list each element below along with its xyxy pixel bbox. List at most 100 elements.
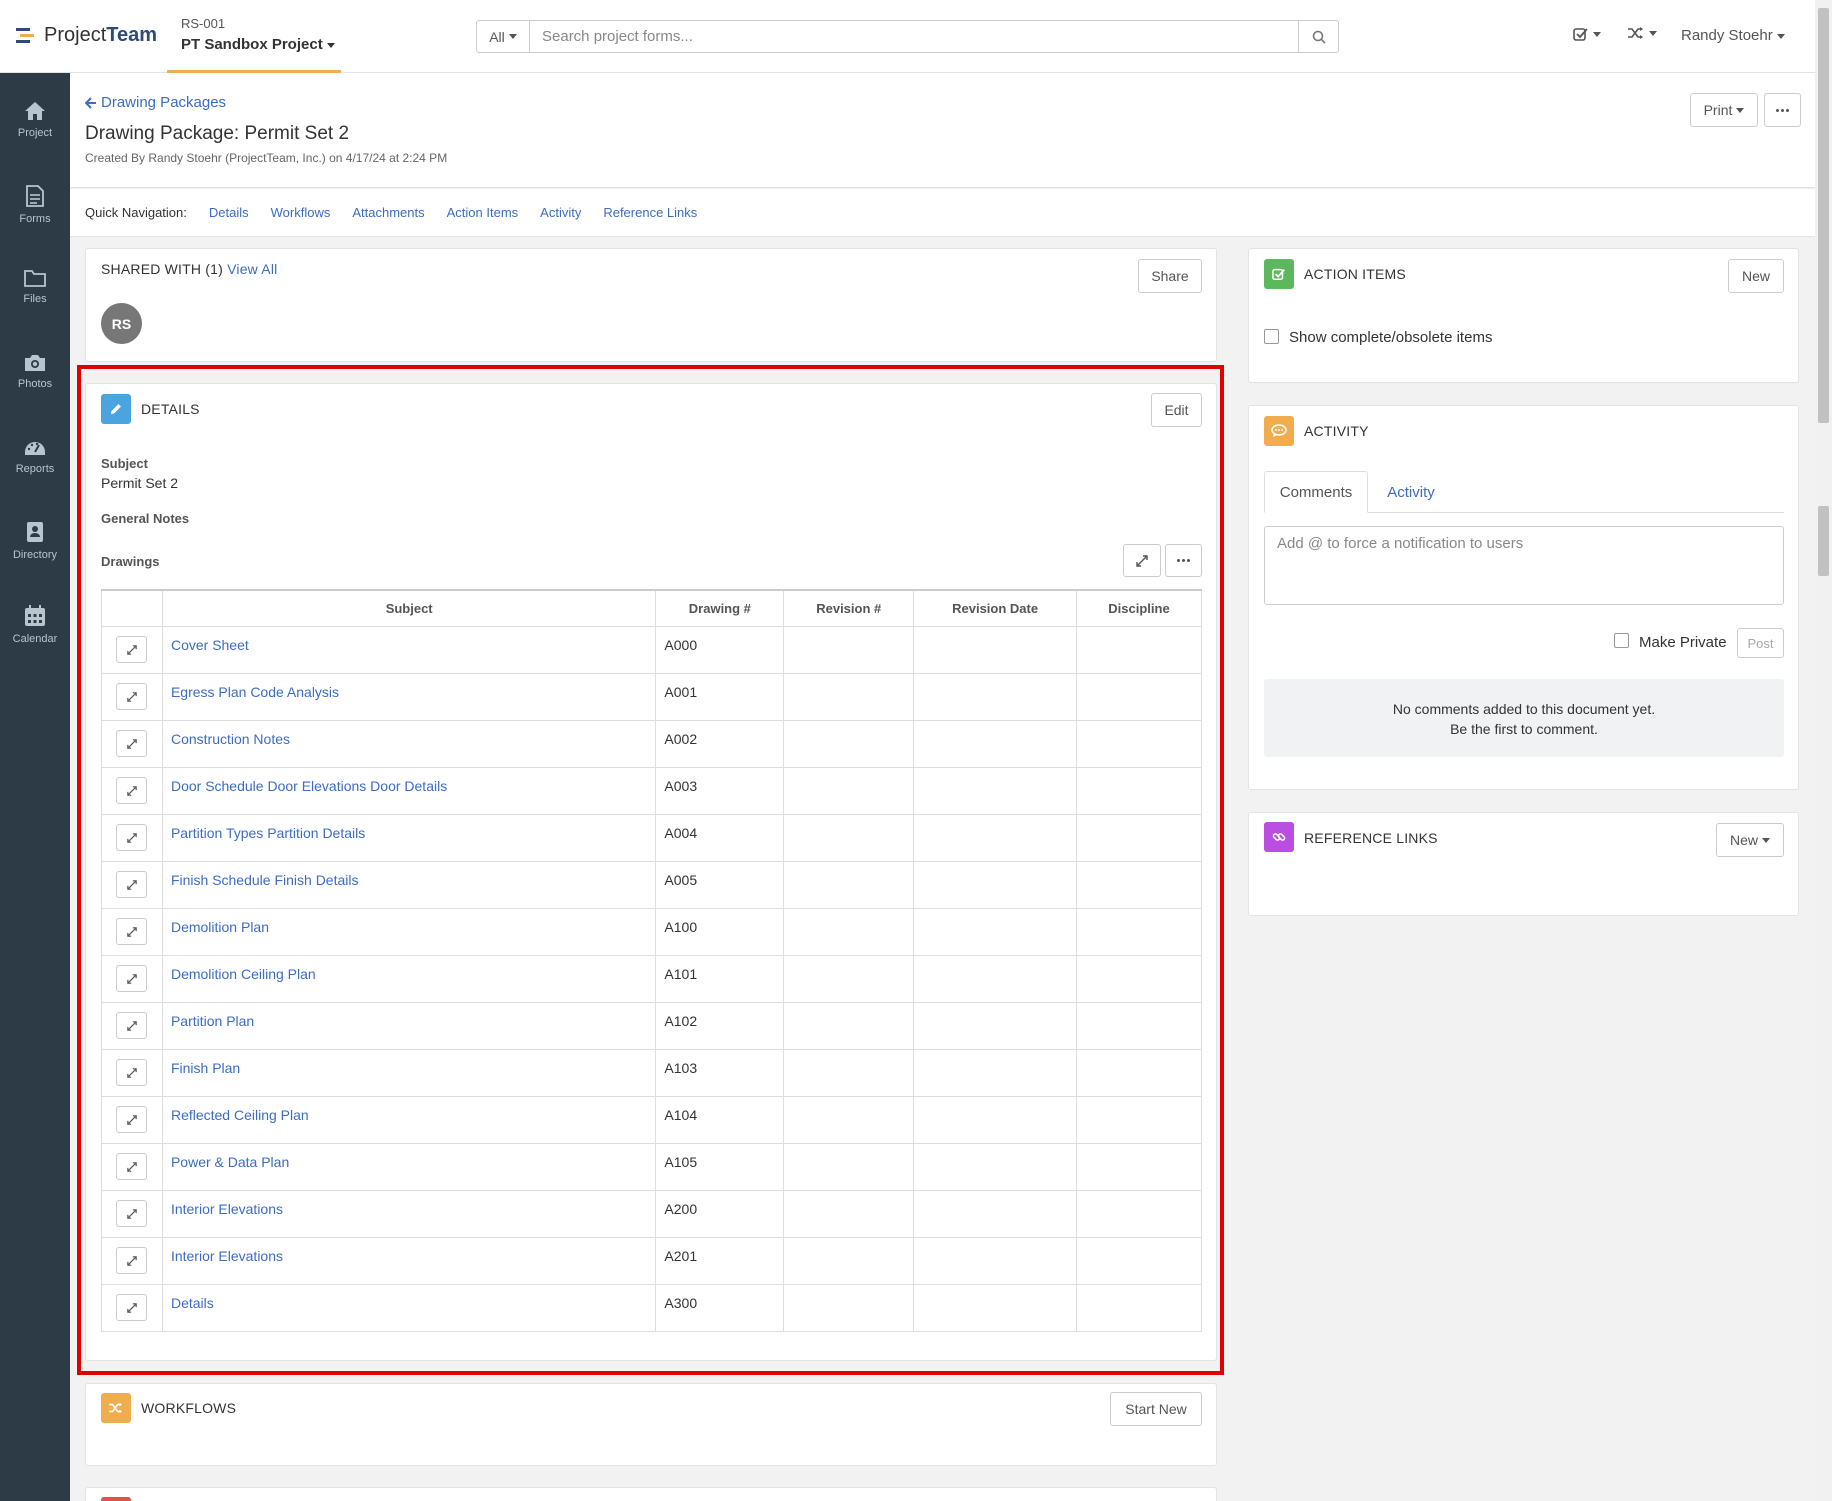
row-expand-button[interactable] <box>116 1247 148 1274</box>
row-expand-button[interactable] <box>116 1012 148 1039</box>
quick-nav-action-items[interactable]: Action Items <box>447 205 519 220</box>
search-scope-dropdown[interactable]: All <box>476 20 530 53</box>
row-discipline <box>1076 672 1202 721</box>
chevron-down-icon <box>1736 107 1745 113</box>
row-subject-link[interactable]: Cover Sheet <box>171 637 249 653</box>
share-button[interactable]: Share <box>1138 259 1202 293</box>
row-discipline <box>1076 719 1202 768</box>
row-subject-link[interactable]: Finish Plan <box>171 1060 240 1076</box>
row-revision-date <box>913 625 1078 674</box>
row-subject-link[interactable]: Finish Schedule Finish Details <box>171 872 359 888</box>
sidebar-item-files[interactable]: Files <box>0 241 70 311</box>
top-bar: ProjectTeam RS-001 PT Sandbox Project Al… <box>0 0 1815 73</box>
sidebar-item-directory[interactable]: Directory <box>0 493 70 563</box>
quick-nav-workflows[interactable]: Workflows <box>271 205 331 220</box>
new-action-item-button[interactable]: New <box>1728 259 1784 293</box>
page-title: Drawing Package: Permit Set 2 <box>85 123 350 144</box>
new-reference-link-button[interactable]: New <box>1716 823 1784 857</box>
row-subject-link[interactable]: Door Schedule Door Elevations Door Detai… <box>171 778 447 794</box>
row-subject-link[interactable]: Details <box>171 1295 214 1311</box>
expand-icon <box>127 973 137 984</box>
row-subject-link[interactable]: Interior Elevations <box>171 1201 283 1217</box>
tasks-menu-button[interactable] <box>1573 26 1601 42</box>
row-expand-button[interactable] <box>116 1200 148 1227</box>
calendar-icon <box>25 605 45 626</box>
row-expand-button[interactable] <box>116 1106 148 1133</box>
scrollbar-thumb-secondary[interactable] <box>1818 506 1829 576</box>
row-drawing-number: A300 <box>655 1283 785 1332</box>
row-subject-link[interactable]: Demolition Plan <box>171 919 269 935</box>
row-expand-button[interactable] <box>116 871 148 898</box>
row-revision-date <box>913 860 1078 909</box>
row-expand-button[interactable] <box>116 918 148 945</box>
row-expand-button[interactable] <box>116 730 148 757</box>
table-options-button[interactable] <box>1165 544 1202 577</box>
row-expand-button[interactable] <box>116 683 148 710</box>
print-button[interactable]: Print <box>1690 93 1758 127</box>
more-options-button[interactable] <box>1764 93 1801 127</box>
row-expand-button[interactable] <box>116 1153 148 1180</box>
quick-nav-activity[interactable]: Activity <box>540 205 581 220</box>
sidebar-item-calendar[interactable]: Calendar <box>0 577 70 647</box>
column-header-revision-date[interactable]: Revision Date <box>913 589 1078 627</box>
row-expand-button[interactable] <box>116 636 148 663</box>
table-row: Interior Elevations A201 <box>101 1236 1202 1285</box>
details-badge <box>101 394 131 424</box>
table-row: Construction Notes A002 <box>101 719 1202 768</box>
search-button[interactable] <box>1299 20 1339 53</box>
row-subject-link[interactable]: Reflected Ceiling Plan <box>171 1107 309 1123</box>
row-subject-link[interactable]: Construction Notes <box>171 731 290 747</box>
row-expand-button[interactable] <box>116 777 148 804</box>
row-expand-button[interactable] <box>116 965 148 992</box>
row-subject-link[interactable]: Demolition Ceiling Plan <box>171 966 316 982</box>
make-private-checkbox[interactable] <box>1614 633 1629 648</box>
sidebar-item-reports[interactable]: Reports <box>0 409 70 479</box>
row-subject-link[interactable]: Interior Elevations <box>171 1248 283 1264</box>
expand-icon <box>127 1302 137 1313</box>
sidebar-item-project[interactable]: Project <box>0 73 70 143</box>
logo[interactable]: ProjectTeam <box>16 24 157 47</box>
comment-input[interactable] <box>1264 526 1784 605</box>
project-selector[interactable]: RS-001 PT Sandbox Project <box>167 0 341 73</box>
row-expand-button[interactable] <box>116 1294 148 1321</box>
row-expand-button[interactable] <box>116 824 148 851</box>
start-new-workflow-button[interactable]: Start New <box>1110 1392 1202 1426</box>
show-complete-checkbox[interactable] <box>1264 329 1279 344</box>
row-subject-link[interactable]: Power & Data Plan <box>171 1154 289 1170</box>
quick-nav-reference-links[interactable]: Reference Links <box>603 205 697 220</box>
row-discipline <box>1076 1095 1202 1144</box>
chevron-down-icon <box>1776 33 1785 39</box>
column-header-drawing[interactable]: Drawing # <box>655 589 785 627</box>
avatar[interactable]: RS <box>101 303 142 344</box>
scrollbar-thumb[interactable] <box>1818 8 1829 423</box>
row-subject-link[interactable]: Partition Types Partition Details <box>171 825 365 841</box>
row-expand-button[interactable] <box>116 1059 148 1086</box>
workflow-menu-button[interactable] <box>1627 26 1657 40</box>
edit-button[interactable]: Edit <box>1151 393 1202 427</box>
user-menu[interactable]: Randy Stoehr <box>1681 27 1785 44</box>
view-all-link[interactable]: View All <box>227 261 277 277</box>
tab-activity[interactable]: Activity <box>1368 471 1454 513</box>
post-comment-button[interactable]: Post <box>1737 628 1784 658</box>
row-subject-cell: Door Schedule Door Elevations Door Detai… <box>161 766 657 815</box>
row-expand-cell <box>101 1283 163 1332</box>
column-header-subject[interactable]: Subject <box>161 589 657 627</box>
quick-nav-attachments[interactable]: Attachments <box>352 205 424 220</box>
general-notes-label: General Notes <box>101 511 190 526</box>
quick-nav-details[interactable]: Details <box>209 205 249 220</box>
column-header-revision[interactable]: Revision # <box>783 589 915 627</box>
sidebar-item-forms[interactable]: Forms <box>0 157 70 227</box>
row-subject-link[interactable]: Egress Plan Code Analysis <box>171 684 339 700</box>
sidebar-item-photos[interactable]: Photos <box>0 325 70 395</box>
column-header-discipline[interactable]: Discipline <box>1076 589 1202 627</box>
search-input[interactable] <box>530 20 1299 53</box>
expand-table-button[interactable] <box>1123 544 1161 577</box>
row-subject-link[interactable]: Partition Plan <box>171 1013 254 1029</box>
row-subject-cell: Demolition Ceiling Plan <box>161 954 657 1003</box>
comment-icon <box>1271 424 1287 437</box>
row-revision-date <box>913 1095 1078 1144</box>
tab-comments[interactable]: Comments <box>1264 471 1368 513</box>
reference-links-panel: REFERENCE LINKS New <box>1248 812 1799 916</box>
back-link[interactable]: Drawing Packages <box>85 94 226 111</box>
expand-icon <box>127 1161 137 1172</box>
